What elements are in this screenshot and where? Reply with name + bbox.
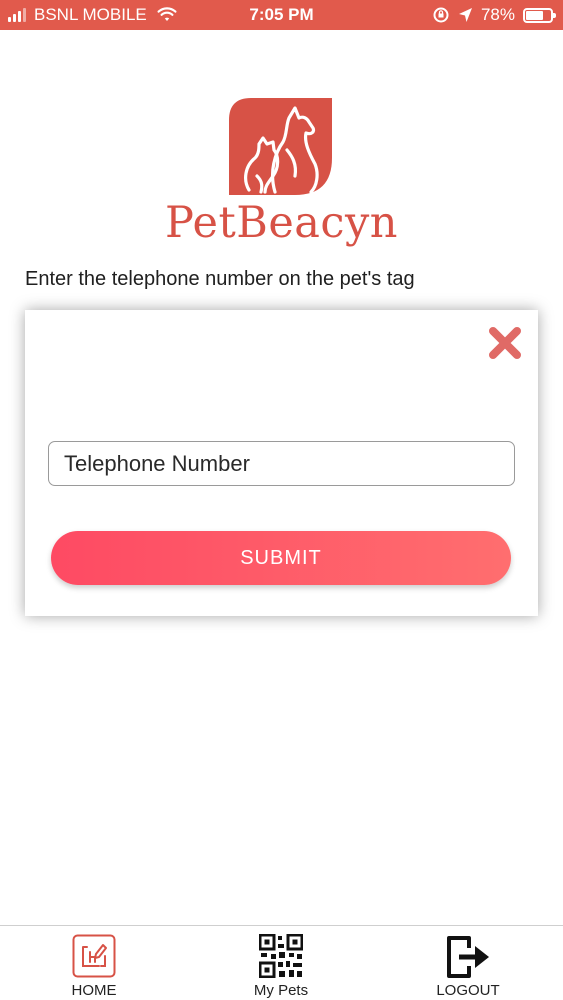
home-icon xyxy=(72,934,116,978)
battery-percent: 78% xyxy=(480,5,515,24)
submit-button[interactable]: SUBMIT xyxy=(51,531,511,585)
tab-home[interactable]: HOME xyxy=(34,926,154,1000)
orientation-lock-icon xyxy=(433,7,449,23)
tab-my-pets[interactable]: My Pets xyxy=(221,926,341,1000)
telephone-dialog: SUBMIT xyxy=(25,310,538,616)
logout-icon xyxy=(447,936,489,978)
tab-logout[interactable]: LOGOUT xyxy=(408,926,528,1000)
brand-name: PetBeacyn xyxy=(165,198,398,248)
tab-logout-label: LOGOUT xyxy=(436,982,500,999)
location-arrow-icon xyxy=(458,8,472,22)
battery-icon xyxy=(523,7,556,23)
tab-my-pets-label: My Pets xyxy=(253,982,309,999)
close-icon[interactable] xyxy=(488,326,522,360)
tab-home-label: HOME xyxy=(71,982,117,999)
tab-bar: HOME My Pets LOGOUT xyxy=(0,925,563,1000)
status-right: 78% xyxy=(432,5,556,25)
status-bar: BSNL MOBILE 7:05 PM 78% xyxy=(0,0,563,30)
qr-code-icon xyxy=(259,934,303,978)
petbeacyn-logo-icon xyxy=(229,98,332,195)
instruction-text: Enter the telephone number on the pet's … xyxy=(25,268,415,290)
telephone-input[interactable] xyxy=(48,441,515,486)
